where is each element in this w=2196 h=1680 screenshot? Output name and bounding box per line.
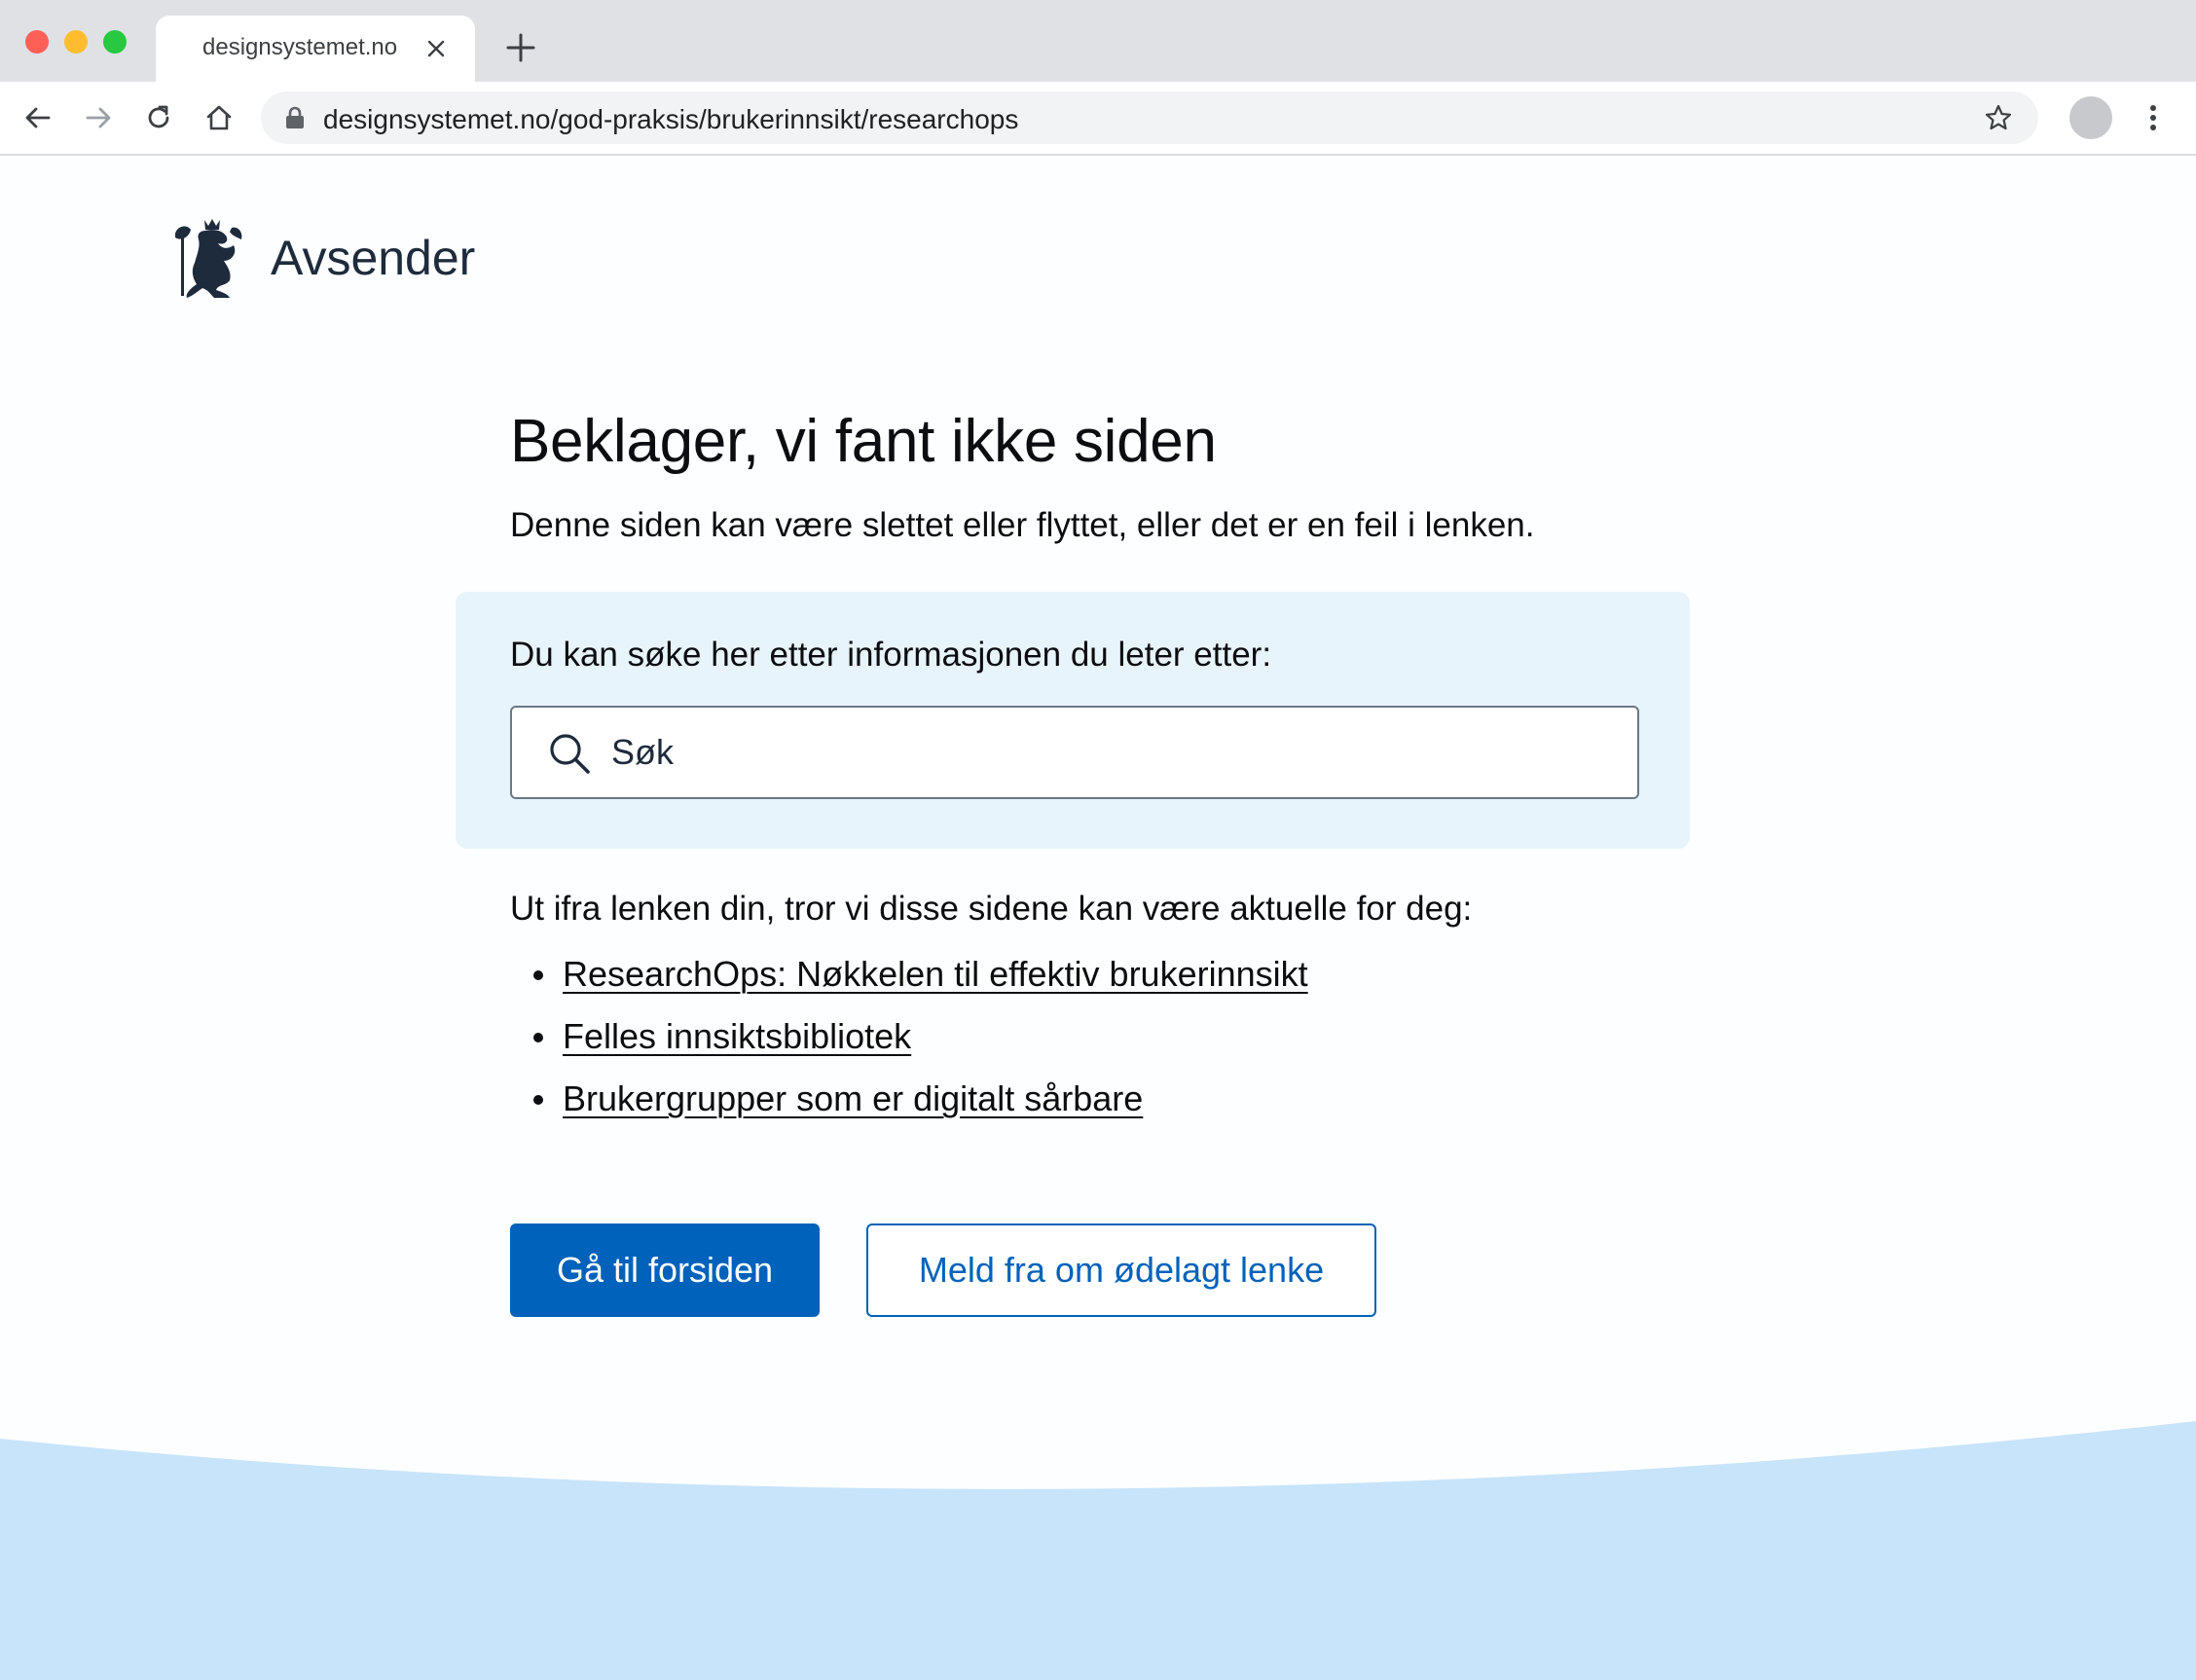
search-input[interactable] [609, 723, 1616, 782]
suggested-links-list: ResearchOps: Nøkkelen til effektiv bruke… [510, 952, 1308, 1139]
go-to-frontpage-button[interactable]: Gå til forsiden [510, 1223, 820, 1317]
coat-of-arms-lion-icon [175, 219, 242, 298]
suggestions-intro: Ut ifra lenken din, tror vi disse sidene… [510, 890, 1473, 928]
search-icon [550, 734, 590, 774]
list-item: Brukergrupper som er digitalt sårbare [510, 1077, 1308, 1139]
suggested-link[interactable]: Brukergrupper som er digitalt sårbare [563, 1078, 1143, 1118]
search-field[interactable] [510, 706, 1639, 799]
list-item: ResearchOps: Nøkkelen til effektiv bruke… [510, 952, 1308, 1014]
browser-tab-strip: designsystemet.no [0, 0, 2196, 82]
suggested-link[interactable]: ResearchOps: Nøkkelen til effektiv bruke… [563, 954, 1308, 994]
profile-avatar[interactable] [2069, 96, 2112, 139]
plus-icon[interactable] [504, 31, 537, 64]
window-maximize-button[interactable] [103, 30, 127, 54]
report-broken-link-button[interactable]: Meld fra om ødelagt lenke [866, 1223, 1376, 1317]
back-arrow-icon[interactable] [23, 103, 53, 132]
footer-wave [0, 1421, 2196, 1680]
list-item: Felles innsiktsbibliotek [510, 1014, 1308, 1077]
menu-dots-icon[interactable] [2141, 103, 2165, 132]
close-icon[interactable] [424, 37, 448, 60]
search-panel: Du kan søke her etter informasjonen du l… [456, 592, 1690, 849]
page-subtitle: Denne siden kan være slettet eller flytt… [510, 506, 1535, 544]
browser-toolbar: designsystemet.no/god-praksis/brukerinns… [0, 82, 2196, 156]
url-text[interactable]: designsystemet.no/god-praksis/brukerinns… [323, 104, 1018, 135]
address-bar[interactable]: designsystemet.no/god-praksis/brukerinns… [261, 91, 2038, 144]
window-close-button[interactable] [25, 30, 49, 54]
bullet-icon [533, 1095, 543, 1105]
page-title: Beklager, vi fant ikke siden [510, 408, 1217, 475]
sender-name: Avsender [271, 231, 476, 285]
bullet-icon [533, 1033, 543, 1042]
bullet-icon [533, 970, 543, 980]
tab-title: designsystemet.no [202, 34, 398, 60]
reload-icon[interactable] [144, 103, 173, 132]
star-icon[interactable] [1984, 103, 2013, 132]
lock-icon [286, 106, 304, 128]
forward-arrow-icon[interactable] [84, 103, 113, 132]
window-minimize-button[interactable] [64, 30, 88, 54]
suggested-link[interactable]: Felles innsiktsbibliotek [563, 1016, 911, 1056]
search-label: Du kan søke her etter informasjonen du l… [510, 636, 1272, 674]
browser-tab[interactable]: designsystemet.no [156, 16, 475, 82]
home-icon[interactable] [204, 103, 234, 132]
